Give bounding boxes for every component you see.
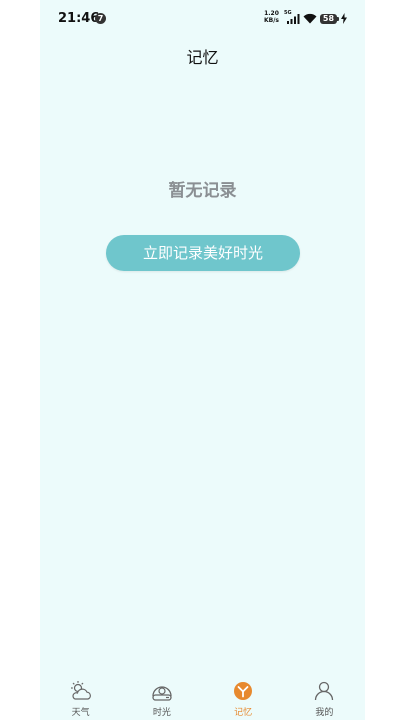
- empty-state-message: 暂无记录: [168, 181, 237, 201]
- nav-label-time: 时光: [152, 708, 171, 718]
- wifi-icon: [303, 13, 317, 24]
- time-icon: [152, 686, 172, 701]
- notification-badge-icon: 7: [95, 13, 106, 24]
- nav-label-weather: 天气: [71, 708, 90, 718]
- nav-item-time[interactable]: 时光: [121, 674, 202, 720]
- network-speed-unit: KB/s: [264, 17, 279, 24]
- record-moment-button[interactable]: 立即记录美好时光: [106, 235, 300, 271]
- page-title: 记忆: [186, 48, 219, 67]
- weather-icon: [70, 681, 91, 700]
- status-bar: 21:46 7 1.20 KB/s 5G 58: [40, 0, 365, 36]
- nav-item-profile[interactable]: 我的: [284, 674, 365, 720]
- nav-item-weather[interactable]: 天气: [40, 674, 121, 720]
- nav-label-memory: 记忆: [234, 708, 253, 718]
- network-speed-value: 1.20: [264, 10, 279, 17]
- network-speed: 1.20 KB/s: [264, 10, 279, 24]
- app-screen: 21:46 7 1.20 KB/s 5G 58 记忆 暂无记录 立即记录美好时光…: [40, 0, 365, 720]
- nav-label-profile: 我的: [315, 708, 334, 718]
- status-time: 21:46: [58, 11, 100, 26]
- screen: 21:46 7 1.20 KB/s 5G 58 记忆 暂无记录 立即记录美好时光…: [0, 0, 405, 720]
- signal-icon: [287, 14, 300, 24]
- memory-icon: [234, 682, 253, 700]
- battery-cap-icon: [337, 17, 339, 21]
- profile-icon: [315, 681, 334, 701]
- charging-icon: [341, 13, 347, 24]
- battery-icon: 58: [320, 14, 337, 24]
- nav-item-memory[interactable]: 记忆: [203, 674, 284, 720]
- bottom-nav: 天气 时光 记忆 我的: [40, 674, 365, 720]
